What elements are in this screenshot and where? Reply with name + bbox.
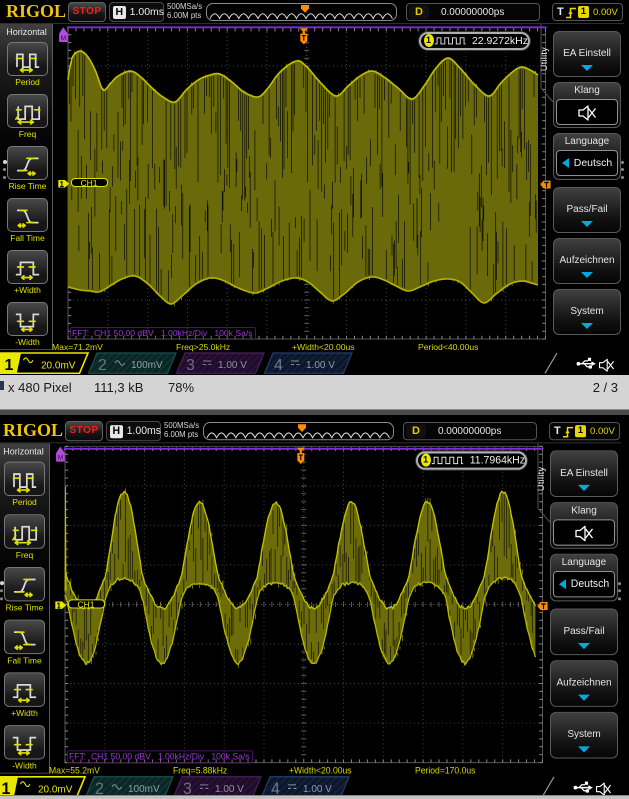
svg-text:100mV: 100mV xyxy=(131,360,163,371)
svg-text:1: 1 xyxy=(5,357,14,374)
svg-text:1.00 V: 1.00 V xyxy=(303,784,332,795)
svg-text:20.0mV: 20.0mV xyxy=(41,361,76,372)
svg-text:1.00 V: 1.00 V xyxy=(306,360,335,371)
svg-text:100mV: 100mV xyxy=(128,784,160,795)
svg-text:1: 1 xyxy=(56,601,61,610)
svg-text:M: M xyxy=(58,455,63,462)
svg-text:4: 4 xyxy=(274,357,283,374)
svg-text:3: 3 xyxy=(186,357,195,374)
svg-text:1.00 V: 1.00 V xyxy=(218,360,247,371)
svg-text:1: 1 xyxy=(59,180,64,189)
svg-text:20.0mV: 20.0mV xyxy=(38,784,73,795)
svg-text:1.00 V: 1.00 V xyxy=(215,784,244,795)
svg-text:2: 2 xyxy=(98,357,107,374)
svg-text:M: M xyxy=(61,35,66,42)
